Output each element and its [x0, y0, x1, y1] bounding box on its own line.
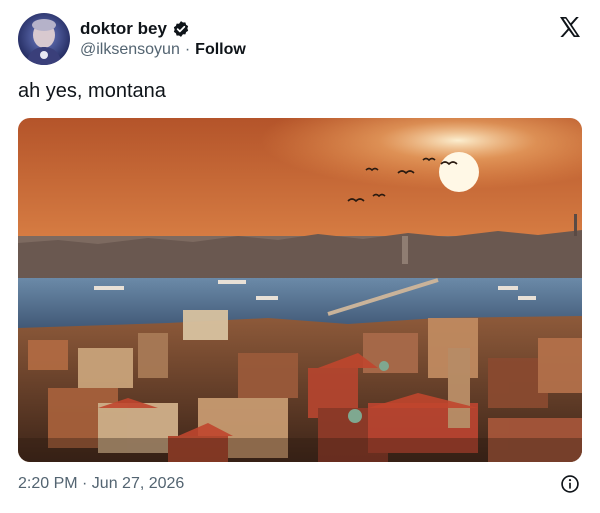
tweet-header: doktor bey @ilksensoyun · Follow — [18, 13, 584, 65]
verified-badge-icon — [173, 21, 189, 37]
tweet-text: ah yes, montana — [18, 80, 166, 102]
follow-button[interactable]: Follow — [195, 41, 246, 59]
handle-row: @ilksensoyun · Follow — [80, 41, 246, 59]
avatar[interactable] — [18, 13, 70, 65]
timestamp[interactable]: 2:20 PM · Jun 27, 2026 — [18, 475, 184, 493]
handle[interactable]: @ilksensoyun — [80, 41, 180, 59]
avatar-image — [18, 13, 70, 65]
info-icon[interactable] — [560, 474, 580, 494]
tweet-photo[interactable] — [18, 118, 582, 462]
x-logo-icon[interactable] — [558, 15, 582, 39]
name-row: doktor bey — [80, 19, 190, 39]
display-name[interactable]: doktor bey — [80, 19, 167, 39]
city-sunset-photo — [18, 118, 582, 462]
separator-dot: · — [184, 41, 191, 58]
tweet-footer: 2:20 PM · Jun 27, 2026 — [18, 474, 582, 496]
